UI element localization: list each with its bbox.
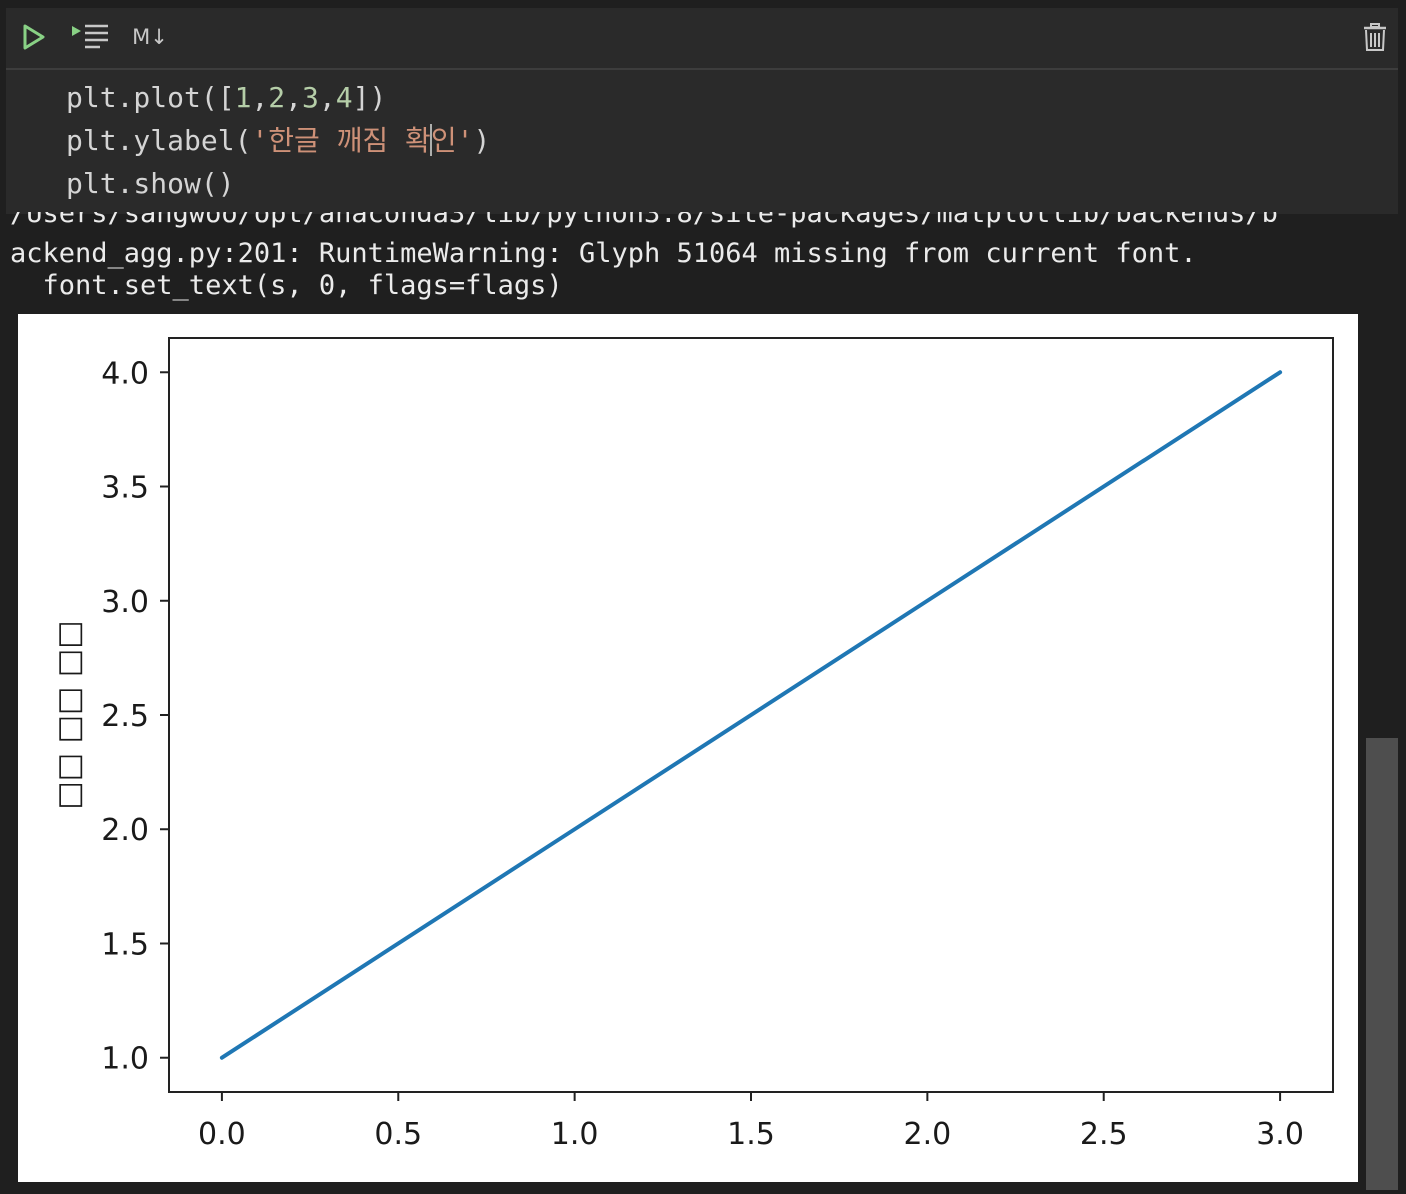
code-editor[interactable]: plt.plot([1,2,3,4]) plt.ylabel('한글 깨짐 확인'… (66, 76, 490, 205)
y-axis-label: □□ □□ □□ (52, 620, 87, 809)
cell-output-stderr: /Users/sangwoo/opt/anaconda3/lib/python3… (10, 212, 1370, 302)
x-tick-label: 2.5 (1080, 1117, 1128, 1152)
code-token: plt.ylabel( (66, 124, 252, 157)
code-string: 인' (430, 124, 474, 157)
code-line: plt.ylabel('한글 깨짐 확인') (66, 119, 490, 162)
code-string: '한글 깨짐 확 (251, 124, 431, 157)
trash-icon (1364, 23, 1386, 51)
plot-output-image: 0.0 0.5 1.0 1.5 2.0 2.5 3.0 1.0 1.5 2.0 2.5 3.0 3.5 4… (18, 314, 1358, 1182)
cell-toolbar: M↓ (6, 8, 1398, 70)
code-number: 3 (302, 81, 319, 114)
series-line (219, 370, 1283, 1060)
x-tick-label: 3.0 (1256, 1117, 1304, 1152)
output-scrollbar-thumb[interactable] (1366, 738, 1398, 1190)
code-number: 2 (268, 81, 286, 114)
y-tick-label: 2.0 (101, 813, 149, 848)
x-tick-label: 1.5 (727, 1117, 775, 1152)
output-line: ackend_agg.py:201: RuntimeWarning: Glyph… (10, 238, 1197, 269)
output-line: /Users/sangwoo/opt/anaconda3/lib/python3… (10, 212, 1370, 238)
notebook-cell[interactable]: M↓ plt.plot([1,2,3,4]) plt.ylabel('한글 깨짐 … (6, 8, 1398, 214)
run-cell-button[interactable] (20, 22, 48, 52)
code-token: ]) (352, 81, 387, 114)
change-to-markdown-button[interactable]: M↓ (130, 22, 170, 52)
output-line: font.set_text(s, 0, flags=flags) (10, 270, 563, 301)
code-token: , (318, 81, 336, 114)
y-tick-label: 2.5 (101, 699, 149, 734)
code-token: plt.plot([ (66, 81, 235, 114)
line-chart: 0.0 0.5 1.0 1.5 2.0 2.5 3.0 1.0 1.5 2.0 2.5 3.0 3.5 4… (52, 337, 1334, 1152)
x-tick-label: 0.0 (198, 1117, 246, 1152)
output-text: /Users/sangwoo/opt/anaconda3/lib/python3… (10, 212, 1278, 229)
code-number: 1 (234, 81, 252, 114)
delete-cell-button[interactable] (1360, 22, 1390, 52)
play-icon (23, 24, 45, 50)
y-tick-label: 4.0 (101, 356, 149, 391)
code-number: 4 (335, 81, 353, 114)
y-tick-label: 1.5 (101, 927, 149, 962)
y-tick-label: 3.5 (101, 471, 149, 506)
code-token: , (251, 81, 269, 114)
code-token: , (285, 81, 303, 114)
run-below-icon (72, 24, 108, 49)
x-tick-label: 0.5 (374, 1117, 422, 1152)
x-tick-label: 1.0 (551, 1117, 599, 1152)
run-below-button[interactable] (70, 22, 116, 52)
y-tick-label: 3.0 (101, 585, 149, 620)
code-token: ) (473, 124, 491, 157)
code-line: plt.show() (66, 167, 235, 200)
code-line: plt.plot([1,2,3,4]) (66, 76, 490, 119)
y-tick-label: 1.0 (101, 1042, 149, 1077)
x-tick-label: 2.0 (904, 1117, 952, 1152)
